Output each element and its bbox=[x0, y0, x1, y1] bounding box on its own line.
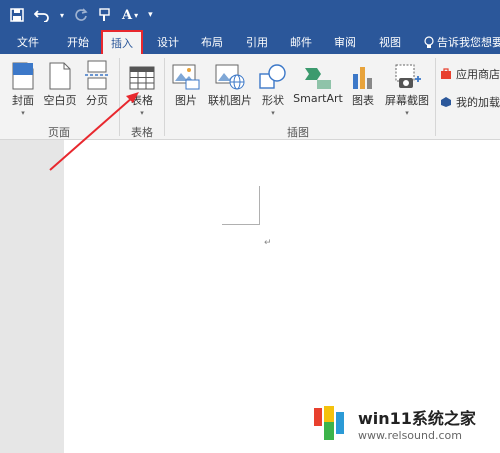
annotation-arrow bbox=[49, 92, 139, 171]
windows-logo-icon bbox=[314, 406, 344, 440]
site-watermark: win11系统之家 www.relsound.com bbox=[312, 404, 476, 442]
watermark-url: www.relsound.com bbox=[358, 428, 462, 442]
watermark-title: win11系统之家 bbox=[358, 408, 476, 428]
